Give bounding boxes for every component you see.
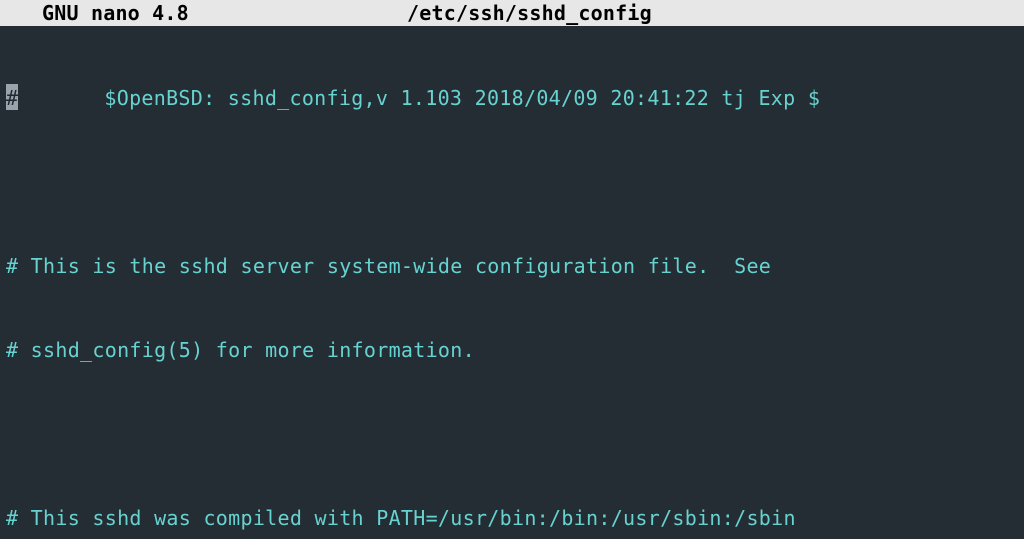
file-line	[6, 420, 1018, 448]
editor-header: GNU nano 4.8 /etc/ssh/sshd_config	[0, 0, 1024, 26]
app-name: GNU nano 4.8	[2, 0, 407, 27]
file-line: # This is the sshd server system-wide co…	[6, 252, 1018, 280]
file-line: # sshd_config(5) for more information.	[6, 336, 1018, 364]
editor-content[interactable]: # $OpenBSD: sshd_config,v 1.103 2018/04/…	[0, 26, 1024, 539]
file-path: /etc/ssh/sshd_config	[407, 0, 1022, 27]
file-line	[6, 168, 1018, 196]
file-line: # This sshd was compiled with PATH=/usr/…	[6, 504, 1018, 532]
cursor: #	[6, 84, 18, 110]
file-line: # $OpenBSD: sshd_config,v 1.103 2018/04/…	[6, 84, 1018, 112]
comment-text: $OpenBSD: sshd_config,v 1.103 2018/04/09…	[18, 86, 820, 110]
